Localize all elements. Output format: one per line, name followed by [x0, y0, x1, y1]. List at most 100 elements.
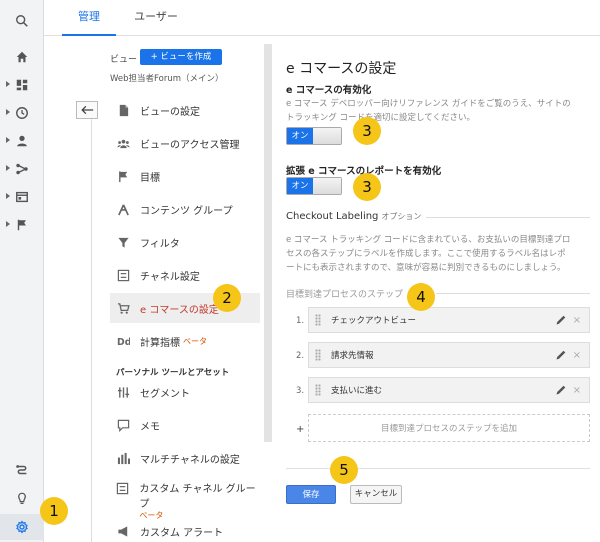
megaphone-icon	[115, 523, 131, 539]
menu-item-label: マルチチャネルの設定	[140, 454, 240, 466]
menu-item-notes[interactable]: メモ	[110, 410, 260, 440]
annotation-badge: 2	[213, 284, 241, 312]
annotation-badge: 3	[353, 173, 381, 201]
menu-item-label: メモ	[140, 421, 160, 433]
menu-item-segments[interactable]: セグメント	[110, 377, 260, 407]
menu-item-label: カスタム アラート	[140, 527, 224, 539]
discover-icon[interactable]	[0, 457, 44, 483]
menu-item-label: e コマースの設定	[140, 304, 219, 316]
cancel-button[interactable]: キャンセル	[350, 485, 402, 504]
back-button[interactable]	[76, 101, 98, 119]
menu-item-label: ビューの設定	[140, 106, 200, 118]
menu-item-label: コンテンツ グループ	[140, 205, 233, 217]
dd-icon: Dd	[115, 333, 131, 349]
step-label: 請求先情報	[331, 351, 374, 361]
left-nav-rail	[0, 0, 44, 542]
menu-item-custom-alerts[interactable]: カスタム アラート	[110, 516, 260, 542]
people-icon	[115, 135, 131, 151]
menu-item-custom-channel-group[interactable]: カスタム チャネル グループ ベータ	[110, 476, 260, 520]
close-icon[interactable]: ×	[573, 385, 581, 396]
menu-item-label: セグメント	[140, 388, 190, 400]
funnel-steps-heading: 目標到達プロセスのステップ	[286, 290, 404, 300]
checkout-labeling-title: Checkout Labeling	[286, 211, 379, 222]
segment-icon	[115, 384, 131, 400]
window-icon[interactable]	[0, 184, 44, 210]
create-view-button[interactable]: + ビューを作成	[140, 49, 222, 65]
drag-handle-icon[interactable]	[315, 349, 321, 361]
funnel-step-row[interactable]: 請求先情報 ×	[308, 342, 590, 368]
menu-item-label: 目標	[140, 172, 160, 184]
checkout-labeling-heading: Checkout Labeling オプション	[286, 211, 421, 222]
flow-icon[interactable]	[0, 156, 44, 182]
person-walk-icon	[115, 201, 131, 217]
add-funnel-step-button[interactable]: 目標到達プロセスのステップを追加	[308, 414, 590, 442]
menu-item-label: カスタム チャネル グループ	[139, 484, 256, 510]
menu-item-calculated-metrics[interactable]: Dd 計算指標 ベータ	[110, 326, 260, 356]
annotation-badge: 5	[330, 456, 358, 484]
menu-item-channel-settings[interactable]: チャネル設定	[110, 260, 260, 290]
step-label: 支払いに進む	[331, 386, 383, 396]
drag-handle-icon[interactable]	[315, 314, 321, 326]
menu-item-view-settings[interactable]: ビューの設定	[110, 95, 260, 125]
tree-line	[91, 119, 92, 542]
pencil-icon[interactable]	[555, 384, 567, 396]
funnel-step-row[interactable]: 支払いに進む ×	[308, 377, 590, 403]
menu-item-goals[interactable]: 目標	[110, 161, 260, 191]
menu-item-view-access[interactable]: ビューのアクセス管理	[110, 128, 260, 158]
home-icon[interactable]	[0, 44, 44, 70]
annotation-badge: 1	[40, 497, 68, 525]
menu-item-content-group[interactable]: コンテンツ グループ	[110, 194, 260, 224]
toggle-knob	[313, 178, 341, 194]
pencil-icon[interactable]	[555, 349, 567, 361]
panel-scrollbar[interactable]	[264, 44, 272, 442]
menu-item-label: ビューのアクセス管理	[140, 139, 240, 151]
page-title: e コマースの設定	[286, 61, 397, 77]
step-number: 3.	[296, 386, 305, 396]
menu-item-filter[interactable]: フィルタ	[110, 227, 260, 257]
annotation-badge: 3	[353, 117, 381, 145]
tab-user[interactable]: ユーザー	[124, 0, 188, 36]
step-number: 2.	[296, 351, 305, 361]
checkout-labeling-optional: オプション	[381, 212, 422, 221]
channel-icon	[115, 267, 131, 283]
enable-enhanced-toggle[interactable]: オン	[286, 177, 342, 195]
clock-icon[interactable]	[0, 100, 44, 126]
close-icon[interactable]: ×	[573, 315, 581, 326]
gear-icon[interactable]	[0, 514, 44, 540]
bars-icon	[115, 450, 131, 466]
step-number: 1.	[296, 316, 305, 326]
document-icon	[115, 102, 131, 118]
section-divider	[426, 217, 590, 218]
plus-icon: +	[296, 424, 305, 435]
menu-item-text: カスタム チャネル グループ ベータ	[139, 480, 260, 521]
checkout-desc-line3: ートにも表示されますので、意味が容易に判別できるものにしましょう。	[286, 263, 566, 273]
menu-item-multichannel-settings[interactable]: マルチチャネルの設定	[110, 443, 260, 473]
drag-handle-icon[interactable]	[315, 384, 321, 396]
arrow-left-icon	[80, 105, 93, 115]
toggle-on-label: オン	[287, 128, 313, 144]
top-tab-bar: 管理 ユーザー	[44, 0, 600, 36]
save-button[interactable]: 保存	[286, 485, 336, 504]
tab-admin[interactable]: 管理	[62, 0, 116, 36]
enable-ecommerce-desc-line1: e コマース デベロッパー向けリファレンス ガイドをご覧のうえ、サイトの	[286, 99, 571, 109]
view-label: ビュー	[110, 55, 138, 65]
enable-ecommerce-heading: e コマースの有効化	[286, 85, 372, 96]
channel-icon	[115, 480, 130, 496]
search-icon[interactable]	[0, 8, 44, 34]
toggle-knob	[313, 128, 341, 144]
menu-item-label: フィルタ	[140, 238, 180, 250]
dashboard-icon[interactable]	[0, 72, 44, 98]
pencil-icon[interactable]	[555, 314, 567, 326]
funnel-step-row[interactable]: チェックアウトビュー ×	[308, 307, 590, 333]
note-icon	[115, 417, 131, 433]
menu-item-label: チャネル設定	[140, 271, 200, 283]
menu-item-label: 計算指標	[140, 337, 180, 349]
lightbulb-icon[interactable]	[0, 486, 44, 512]
person-icon[interactable]	[0, 128, 44, 154]
svg-text:Dd: Dd	[117, 337, 130, 348]
close-icon[interactable]: ×	[573, 350, 581, 361]
flag-icon	[115, 168, 131, 184]
enable-ecommerce-toggle[interactable]: オン	[286, 127, 342, 145]
flag-icon[interactable]	[0, 212, 44, 238]
toggle-on-label: オン	[287, 178, 313, 194]
